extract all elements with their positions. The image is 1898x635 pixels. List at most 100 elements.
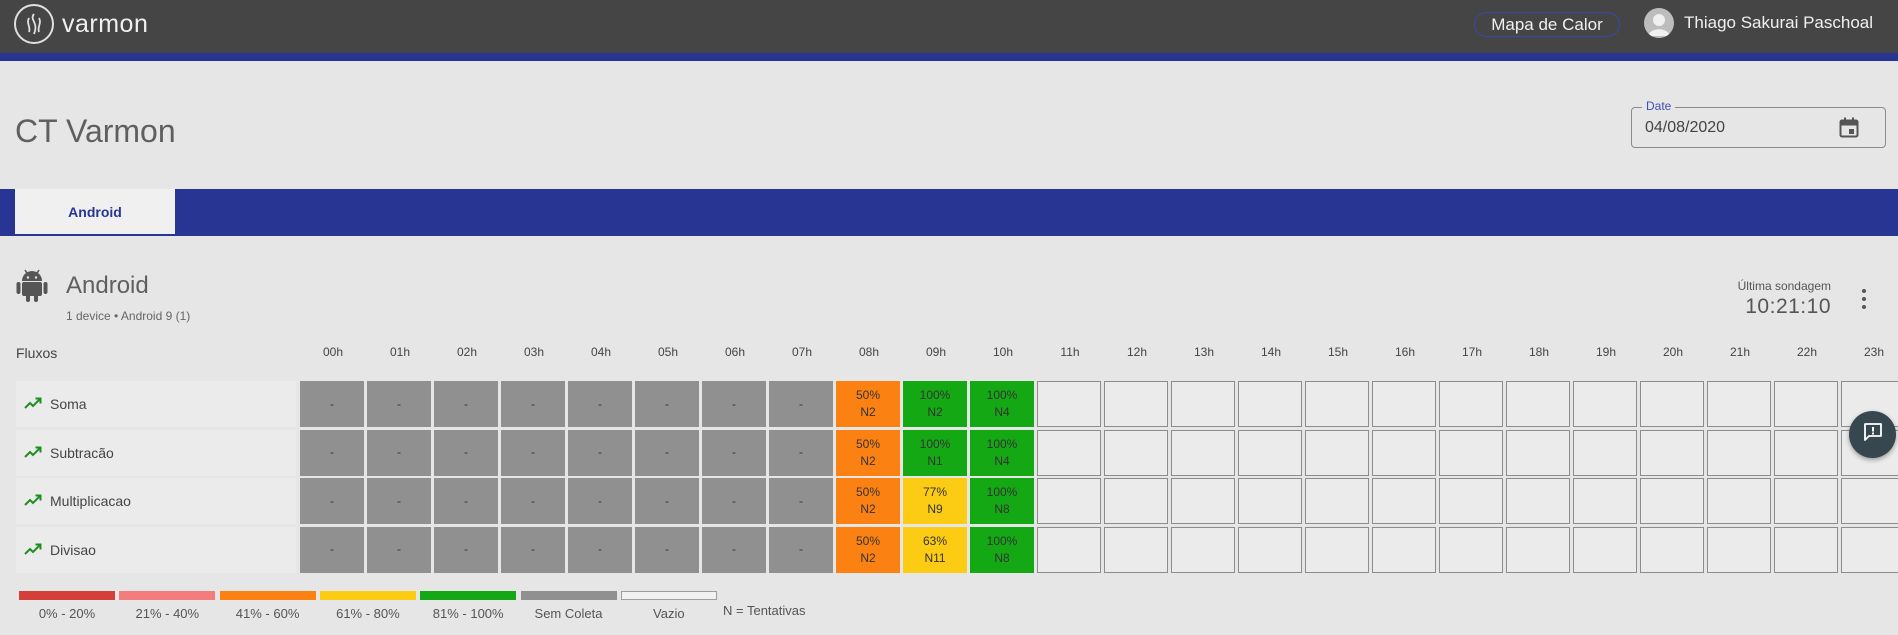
heatmap-button[interactable]: Mapa de Calor	[1474, 12, 1620, 37]
heatmap-cell[interactable]	[1640, 526, 1704, 573]
heatmap-cell[interactable]	[1640, 478, 1704, 524]
heatmap-cell[interactable]	[1640, 429, 1704, 476]
heatmap-cell[interactable]	[1573, 429, 1637, 476]
heatmap-cell[interactable]	[1372, 478, 1436, 524]
heatmap-cell[interactable]: -	[367, 478, 431, 524]
flow-row-label[interactable]: Subtracão	[16, 429, 296, 476]
heatmap-cell[interactable]	[1171, 381, 1235, 427]
heatmap-cell[interactable]: 100% N2	[903, 381, 967, 427]
heatmap-cell[interactable]	[1506, 429, 1570, 476]
heatmap-cell[interactable]: 50% N2	[836, 381, 900, 427]
heatmap-cell[interactable]: -	[568, 478, 632, 524]
heatmap-cell[interactable]: -	[702, 381, 766, 427]
heatmap-cell[interactable]	[1707, 478, 1771, 524]
heatmap-cell[interactable]: -	[300, 526, 364, 573]
heatmap-cell[interactable]	[1707, 526, 1771, 573]
heatmap-cell[interactable]: 50% N2	[836, 429, 900, 476]
heatmap-cell[interactable]	[1372, 526, 1436, 573]
heatmap-cell[interactable]: -	[434, 526, 498, 573]
heatmap-cell[interactable]: -	[568, 381, 632, 427]
user-menu[interactable]: Thiago Sakurai Paschoal	[1644, 8, 1873, 38]
heatmap-cell[interactable]: -	[434, 429, 498, 476]
heatmap-cell[interactable]	[1439, 478, 1503, 524]
heatmap-cell[interactable]: 77% N9	[903, 478, 967, 524]
heatmap-cell[interactable]	[1238, 381, 1302, 427]
date-picker[interactable]: Date 04/08/2020	[1631, 99, 1886, 148]
heatmap-cell[interactable]	[1573, 478, 1637, 524]
heatmap-cell[interactable]: -	[367, 381, 431, 427]
heatmap-cell[interactable]: -	[367, 429, 431, 476]
heatmap-cell[interactable]	[1439, 429, 1503, 476]
heatmap-cell[interactable]	[1439, 381, 1503, 427]
heatmap-cell[interactable]: -	[501, 429, 565, 476]
heatmap-cell[interactable]: -	[769, 526, 833, 573]
heatmap-cell[interactable]: -	[769, 478, 833, 524]
heatmap-cell[interactable]	[1506, 478, 1570, 524]
heatmap-cell[interactable]	[1037, 381, 1101, 427]
flow-row-label[interactable]: Soma	[16, 381, 296, 427]
heatmap-cell[interactable]	[1573, 381, 1637, 427]
heatmap-cell[interactable]: 100% N1	[903, 429, 967, 476]
heatmap-cell[interactable]	[1372, 429, 1436, 476]
heatmap-cell[interactable]	[1171, 429, 1235, 476]
heatmap-cell[interactable]	[1037, 429, 1101, 476]
flow-row-label[interactable]: Multiplicacao	[16, 478, 296, 524]
heatmap-cell[interactable]	[1774, 526, 1838, 573]
heatmap-cell[interactable]: -	[635, 429, 699, 476]
heatmap-cell[interactable]: -	[501, 526, 565, 573]
heatmap-cell[interactable]	[1104, 478, 1168, 524]
heatmap-cell[interactable]	[1841, 526, 1898, 573]
heatmap-cell[interactable]	[1171, 526, 1235, 573]
heatmap-cell[interactable]: -	[434, 381, 498, 427]
calendar-icon[interactable]	[1839, 117, 1859, 144]
heatmap-cell[interactable]	[1238, 526, 1302, 573]
heatmap-cell[interactable]: 100% N8	[970, 526, 1034, 573]
heatmap-cell[interactable]: -	[702, 429, 766, 476]
heatmap-cell[interactable]: 100% N4	[970, 429, 1034, 476]
heatmap-cell[interactable]: -	[300, 478, 364, 524]
heatmap-cell[interactable]	[1506, 381, 1570, 427]
feedback-button[interactable]	[1849, 411, 1896, 458]
heatmap-cell[interactable]: 50% N2	[836, 478, 900, 524]
heatmap-cell[interactable]: -	[702, 478, 766, 524]
heatmap-cell[interactable]: -	[434, 478, 498, 524]
heatmap-cell[interactable]	[1774, 478, 1838, 524]
heatmap-cell[interactable]: -	[300, 429, 364, 476]
heatmap-cell[interactable]	[1841, 478, 1898, 524]
heatmap-cell[interactable]	[1104, 381, 1168, 427]
heatmap-cell[interactable]: -	[568, 526, 632, 573]
heatmap-cell[interactable]	[1104, 429, 1168, 476]
heatmap-cell[interactable]	[1774, 429, 1838, 476]
app-logo[interactable]: varmon	[14, 4, 148, 44]
heatmap-cell[interactable]	[1238, 478, 1302, 524]
heatmap-cell[interactable]: -	[702, 526, 766, 573]
date-value[interactable]: 04/08/2020	[1645, 119, 1725, 137]
heatmap-cell[interactable]	[1037, 526, 1101, 573]
heatmap-cell[interactable]	[1372, 381, 1436, 427]
heatmap-cell[interactable]: 50% N2	[836, 526, 900, 573]
heatmap-cell[interactable]	[1707, 429, 1771, 476]
heatmap-cell[interactable]	[1640, 381, 1704, 427]
heatmap-cell[interactable]	[1707, 381, 1771, 427]
heatmap-cell[interactable]	[1305, 429, 1369, 476]
heatmap-cell[interactable]: -	[367, 526, 431, 573]
heatmap-cell[interactable]	[1171, 478, 1235, 524]
heatmap-cell[interactable]: -	[501, 381, 565, 427]
heatmap-cell[interactable]	[1238, 429, 1302, 476]
heatmap-cell[interactable]	[1305, 526, 1369, 573]
heatmap-cell[interactable]	[1573, 526, 1637, 573]
flow-row-label[interactable]: Divisao	[16, 526, 296, 573]
more-vert-icon[interactable]	[1858, 289, 1870, 309]
heatmap-cell[interactable]	[1439, 526, 1503, 573]
heatmap-cell[interactable]: -	[769, 381, 833, 427]
heatmap-cell[interactable]: 100% N4	[970, 381, 1034, 427]
heatmap-cell[interactable]: -	[635, 478, 699, 524]
heatmap-cell[interactable]	[1104, 526, 1168, 573]
heatmap-cell[interactable]	[1506, 526, 1570, 573]
heatmap-cell[interactable]: -	[300, 381, 364, 427]
heatmap-cell[interactable]	[1305, 478, 1369, 524]
heatmap-cell[interactable]	[1774, 381, 1838, 427]
heatmap-cell[interactable]: 100% N8	[970, 478, 1034, 524]
heatmap-cell[interactable]: -	[769, 429, 833, 476]
heatmap-cell[interactable]: 63% N11	[903, 526, 967, 573]
